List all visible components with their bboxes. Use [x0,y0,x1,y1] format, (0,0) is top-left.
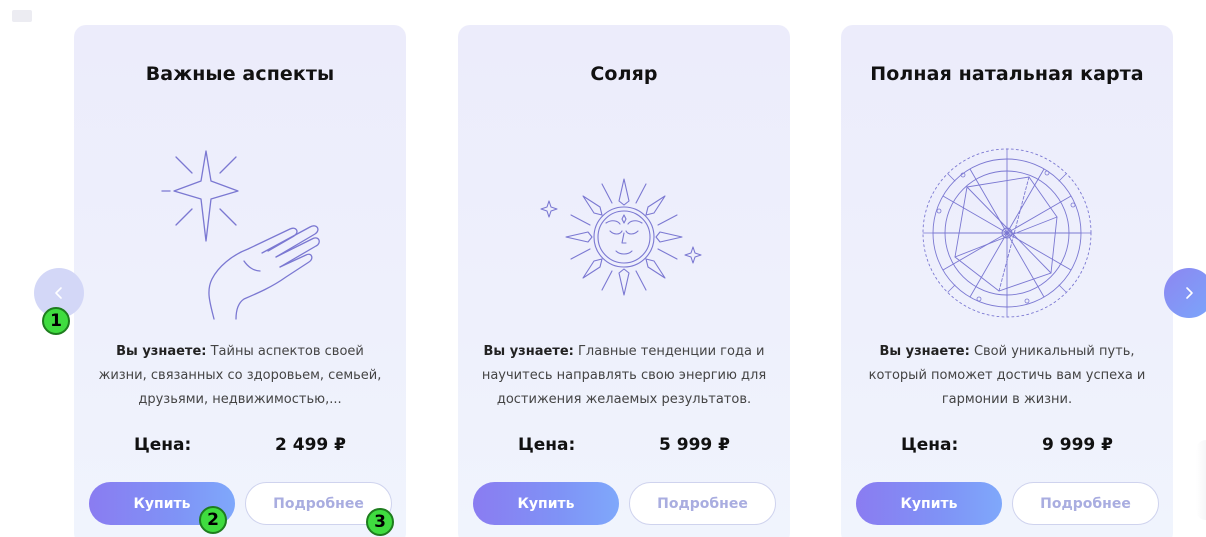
price-label: Цена: [134,435,192,455]
chevron-right-icon [1186,287,1193,299]
marker-1: 1 [42,307,70,335]
card-description: Вы узнаете: Свой уникальный путь, которы… [863,340,1151,412]
card-title: Соляр [590,63,658,85]
price-value: 5 999 ₽ [659,435,730,455]
details-button[interactable]: Подробнее [1012,482,1159,525]
carousel-next-button[interactable] [1164,268,1206,318]
card-description: Вы узнаете: Главные тенденции года и нау… [480,340,768,412]
product-card-important-aspects: Важные аспекты Вы узнаете: Тайны аспекто… [74,25,406,537]
top-strip [12,10,32,22]
buy-button[interactable]: Купить [856,482,1002,525]
natal-chart-icon [922,148,1092,318]
price-label: Цена: [518,435,576,455]
sun-face-icon [540,178,702,296]
card-description: Вы узнаете: Тайны аспектов своей жизни, … [96,340,384,412]
card-title: Полная натальная карта [870,63,1144,85]
card-title: Важные аспекты [145,63,335,85]
details-button[interactable]: Подробнее [629,482,776,525]
buy-button[interactable]: Купить [473,482,619,525]
chevron-left-icon [55,287,62,299]
marker-2: 2 [199,506,227,534]
description-lead: Вы узнаете: [483,344,574,359]
price-value: 9 999 ₽ [1042,435,1113,455]
price-value: 2 499 ₽ [275,435,346,455]
price-label: Цена: [901,435,959,455]
product-card-solar: Соляр Вы узнаете: Главные тенденции года… [458,25,790,537]
star-hand-icon [161,150,320,320]
description-lead: Вы узнаете: [116,344,207,359]
product-card-natal-chart: Полная натальная карта Вы узнаете: Свой … [841,25,1173,537]
edge-shadow [1196,440,1206,520]
marker-3: 3 [366,508,394,536]
description-lead: Вы узнаете: [879,344,970,359]
